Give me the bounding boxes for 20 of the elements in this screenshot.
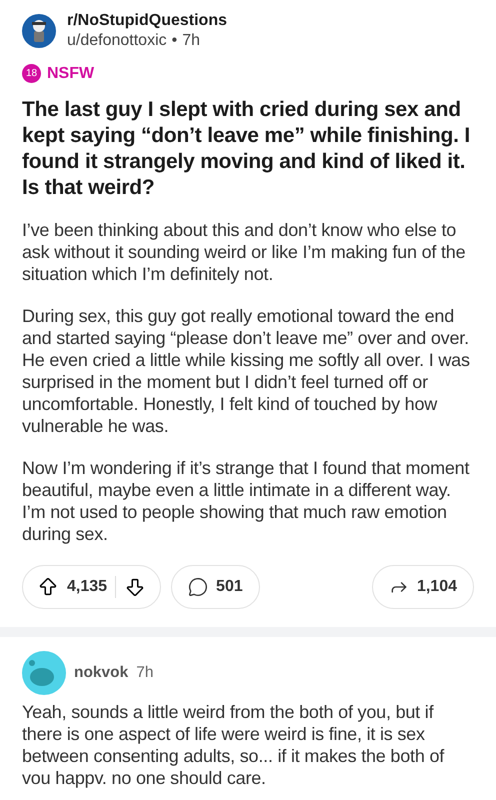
comments-button[interactable]: 501 — [171, 565, 260, 609]
post-paragraph: Now I’m wondering if it’s strange that I found that moment beautiful, maybe even a little intimate in a different way. I’m not used to people showing that much raw emotion during sex. — [22, 457, 470, 545]
post-paragraph: During sex, this guy got really emotional toward the end and started saying “please don’t leave me” over and over. He even cried a little while kissing me softly all over. I was surprised in the moment but I didn’t feel turned off or uncomfortable. Honestly, I felt kind of touched by how vulnerable he was. — [22, 305, 471, 437]
author-name[interactable]: u/defonottoxic — [67, 32, 167, 50]
nsfw-label: NSFW — [47, 64, 94, 82]
post-time: 7h — [182, 32, 200, 50]
age-badge: 18 — [22, 64, 41, 83]
avatar — [22, 14, 56, 48]
comment-icon — [188, 577, 208, 597]
upvote-icon[interactable] — [37, 576, 59, 598]
vote-count: 4,135 — [67, 578, 108, 596]
comment-text: Yeah, sounds a little weird from the both of you, but if there is one aspect of life were weird is fine, it is sex between consenting adults, so... if it makes the both of vou happv. no one should care. — [22, 701, 446, 789]
post-paragraph: I’ve been thinking about this and don’t know who else to ask without it sounding weird or like I’m making fun of the situation which I’m definitely not. — [22, 219, 466, 285]
post-title: The last guy I slept with cried during sex and kept saying “don’t leave me” while finishing. I found it strangely moving and kind of liked it. Is that weird? — [22, 97, 472, 201]
separator: • — [172, 32, 178, 50]
comment-author[interactable]: nokvok — [74, 664, 128, 682]
subreddit-name[interactable]: r/NoStupidQuestions — [67, 12, 227, 30]
comment-time: 7h — [136, 664, 154, 682]
avatar — [22, 651, 66, 695]
share-button[interactable]: 1,104 — [372, 565, 474, 609]
